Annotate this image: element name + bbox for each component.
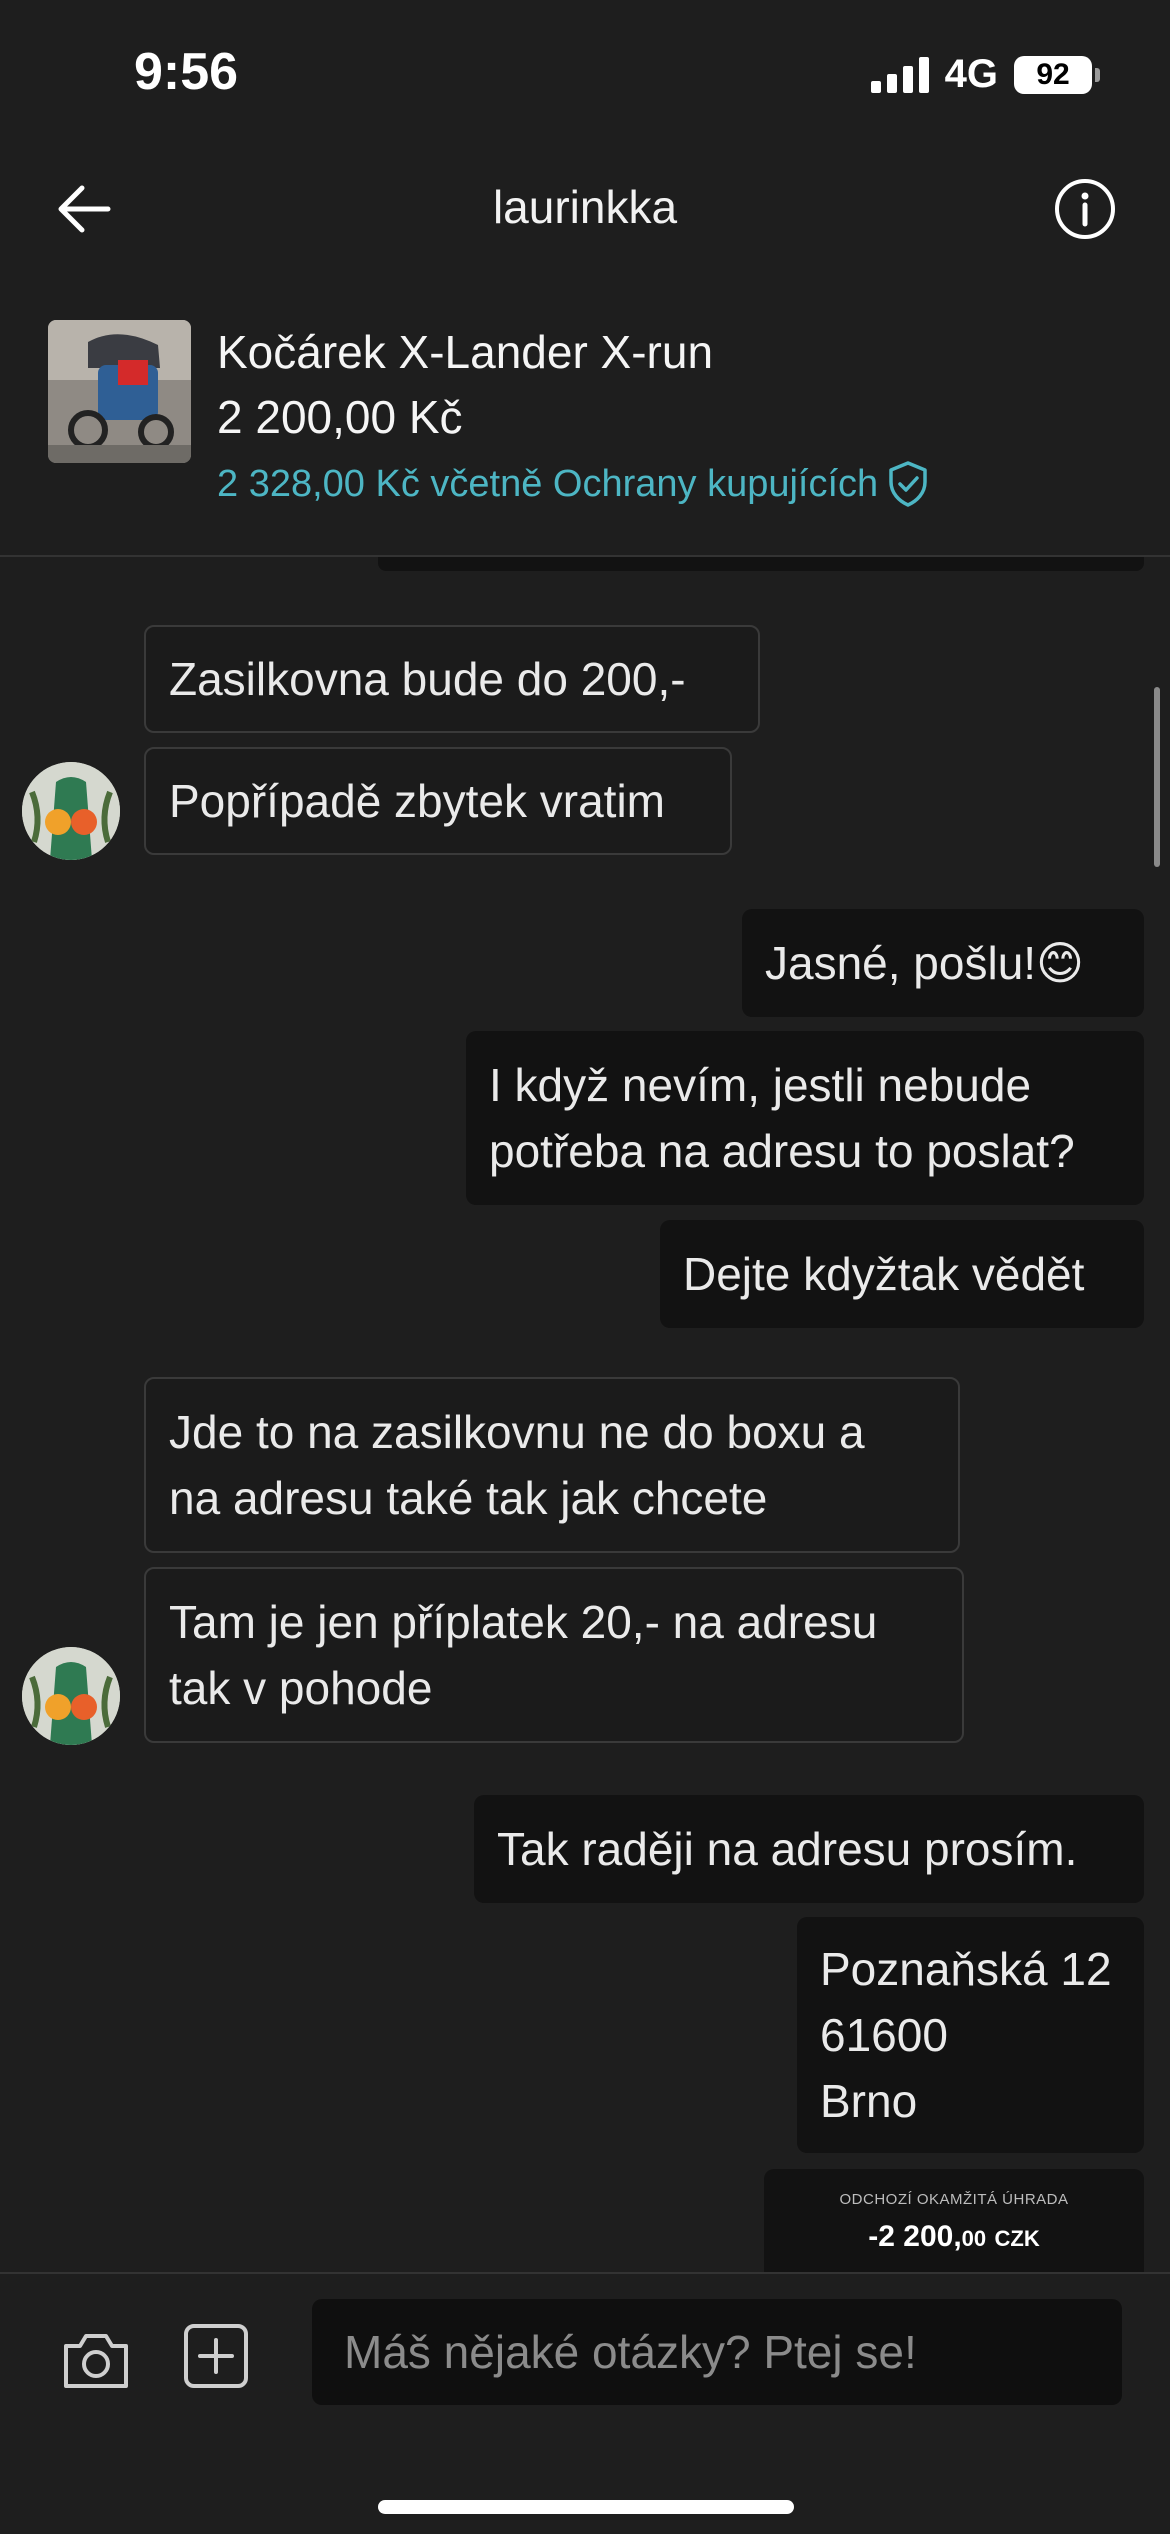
message-bubble: Tam je jen příplatek 20,- na adresu tak … xyxy=(144,1567,964,1743)
message-input[interactable]: Máš nějaké otázky? Ptej se! xyxy=(312,2299,1122,2405)
payment-amount-main: -2 200, xyxy=(868,2220,962,2253)
message-bubble: Popřípadě zbytek vratim xyxy=(144,747,732,855)
message-bubble: Jasné, pošlu!😊 xyxy=(742,909,1144,1017)
payment-currency: CZK xyxy=(994,2226,1040,2251)
buyer-protection-price[interactable]: 2 328,00 Kč včetně Ochrany kupujících xyxy=(217,460,930,508)
message-bubble: Jde to na zasilkovnu ne do boxu a na adr… xyxy=(144,1377,960,1553)
chat-header: laurinkka xyxy=(0,150,1170,270)
payment-card[interactable]: ODCHOZÍ OKAMŽITÁ ÚHRADA -2 200,00 CZK xyxy=(764,2169,1144,2272)
message-list[interactable]: Zasilkovna bude do 200,- Popřípadě zbyte… xyxy=(0,557,1170,2272)
message-input-placeholder: Máš nějaké otázky? Ptej se! xyxy=(344,2326,917,2378)
signal-icon xyxy=(870,56,929,93)
battery-level: 92 xyxy=(1036,57,1070,91)
status-bar: 9:56 4G 92 xyxy=(0,0,1170,150)
seller-avatar[interactable] xyxy=(22,762,120,860)
message-bubble: Poznaňská 12 61600 Brno xyxy=(797,1917,1144,2153)
conversation-title[interactable]: laurinkka xyxy=(0,180,1170,234)
shield-check-icon xyxy=(889,461,927,507)
message-bubble: Zasilkovna bude do 200,- xyxy=(144,625,760,733)
item-summary[interactable]: Kočárek X-Lander X-run 2 200,00 Kč 2 328… xyxy=(0,300,1170,557)
status-time: 9:56 xyxy=(134,43,239,101)
home-indicator[interactable] xyxy=(378,2500,794,2514)
battery-icon: 92 xyxy=(1014,55,1100,94)
scrollbar[interactable] xyxy=(1154,687,1160,867)
item-thumbnail[interactable] xyxy=(48,320,191,463)
add-icon[interactable] xyxy=(182,2322,250,2390)
item-title: Kočárek X-Lander X-run xyxy=(217,326,714,378)
network-type: 4G xyxy=(944,52,998,96)
message-bubble: I když nevím, jestli nebude potřeba na a… xyxy=(466,1031,1144,1205)
payment-amount: -2 200,00 CZK xyxy=(764,2220,1144,2254)
payment-amount-decimals: 00 xyxy=(961,2226,987,2251)
payment-label: ODCHOZÍ OKAMŽITÁ ÚHRADA xyxy=(839,2191,1069,2208)
message-composer: Máš nějaké otázky? Ptej se! xyxy=(0,2272,1170,2534)
item-price: 2 200,00 Kč xyxy=(217,391,463,443)
message-bubble: Tak raději na adresu prosím. xyxy=(474,1795,1144,1903)
info-icon[interactable] xyxy=(1050,174,1120,244)
previous-message-edge xyxy=(378,557,1144,571)
camera-icon[interactable] xyxy=(60,2324,132,2396)
status-indicators: 4G 92 xyxy=(870,52,1100,97)
message-bubble: Dejte kdyžtak vědět xyxy=(660,1220,1144,1328)
buyer-protection-text: 2 328,00 Kč včetně Ochrany kupujících xyxy=(217,462,879,505)
seller-avatar[interactable] xyxy=(22,1647,120,1745)
